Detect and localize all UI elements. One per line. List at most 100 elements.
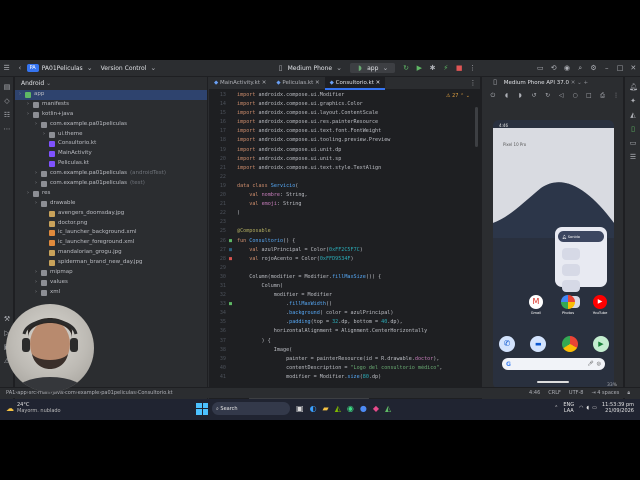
- android-studio-taskbar-icon[interactable]: ◭: [335, 404, 341, 413]
- project-tool-icon[interactable]: ▤: [3, 83, 11, 91]
- weather-widget[interactable]: ☁ 24°C Mayorm. nublado: [6, 402, 61, 414]
- back-nav-icon[interactable]: ◁: [558, 92, 566, 100]
- vol-btn-3[interactable]: [562, 280, 580, 292]
- phone-screen[interactable]: 4:46 Pixel 10 Pro 🔔︎ Sonido M Gmail Phot…: [493, 120, 614, 389]
- app-youtube[interactable]: ▶ YouTube: [587, 295, 613, 315]
- run-config-selector[interactable]: ◗ app ⌄: [350, 63, 396, 73]
- google-search-bar[interactable]: G 🎤︎ ◎: [502, 358, 605, 370]
- tree-item[interactable]: › drawable: [15, 199, 207, 209]
- breadcrumb-item[interactable]: pa01peliculas: [101, 390, 136, 396]
- battery-icon[interactable]: ▭: [592, 405, 597, 411]
- breadcrumb-item[interactable]: src: [29, 390, 36, 396]
- project-panel-header[interactable]: Android ⌄: [15, 77, 207, 90]
- rotate-right-icon[interactable]: ↻: [544, 92, 552, 100]
- screenshot-icon[interactable]: ⎙: [599, 92, 607, 100]
- tree-item[interactable]: ic_launcher_background.xml: [15, 228, 207, 238]
- rerun-icon[interactable]: ↻: [402, 64, 409, 72]
- file-explorer-icon[interactable]: ▰: [323, 404, 329, 413]
- tab-actions-icon[interactable]: ⋮: [469, 79, 477, 87]
- breadcrumb-item[interactable]: PA1: [6, 390, 15, 396]
- emulator-tab[interactable]: ▯ Medium Phone API 37.0 ✕ ⌄ +: [482, 77, 623, 90]
- search-icon[interactable]: ⌕: [577, 64, 584, 72]
- tree-item[interactable]: › app: [15, 90, 207, 100]
- tab-peliculas[interactable]: ◆ Peliculas.kt ✕: [271, 77, 324, 90]
- apply-changes-icon[interactable]: ⚡: [442, 64, 449, 72]
- device-manager-icon[interactable]: ▭: [537, 64, 544, 72]
- sync-icon[interactable]: ⟲: [550, 64, 557, 72]
- lock-icon[interactable]: 🔒︎: [627, 390, 630, 396]
- app-photos[interactable]: Photos: [555, 295, 581, 315]
- notifications-icon[interactable]: 🔔︎: [629, 83, 638, 91]
- clock[interactable]: 11:53:39 pm 21/09/2026: [602, 402, 634, 414]
- language-indicator[interactable]: ENG LAA: [563, 402, 574, 414]
- lens-icon[interactable]: ◎: [597, 361, 601, 367]
- code-area[interactable]: 13 import androidx.compose.ui.Modifier 14 i…: [209, 91, 481, 402]
- gradle-icon[interactable]: ◭: [629, 111, 637, 119]
- caret-position[interactable]: 4:46: [529, 390, 540, 396]
- tree-item[interactable]: avengers_doomsday.jpg: [15, 209, 207, 219]
- app-icon-green[interactable]: ◭: [385, 404, 391, 413]
- tree-item[interactable]: › com.example.pa01peliculas: [15, 120, 207, 130]
- tree-item[interactable]: ic_launcher_foreground.xml: [15, 238, 207, 248]
- vol-btn-1[interactable]: [562, 248, 580, 260]
- messages-app-icon[interactable]: ▬: [530, 336, 547, 352]
- taskbar-search[interactable]: ⌕ Search: [212, 402, 290, 415]
- run-icon[interactable]: ▶: [416, 64, 423, 72]
- vol-btn-2[interactable]: [562, 264, 580, 276]
- volume-popup[interactable]: 🔔︎ Sonido: [555, 227, 607, 308]
- device-explorer-icon[interactable]: ☰: [629, 153, 637, 161]
- tree-item[interactable]: › kotlin+java: [15, 110, 207, 120]
- editor-scrollbar[interactable]: [475, 107, 478, 147]
- obs-icon[interactable]: ◉: [347, 404, 354, 413]
- emulator-more-icon[interactable]: ⋮: [612, 92, 620, 100]
- tree-item[interactable]: › com.example.pa01peliculas (androidTest): [15, 169, 207, 179]
- volume-icon[interactable]: ◖: [587, 405, 590, 411]
- tree-item[interactable]: spiderman_brand_new_day.jpg: [15, 258, 207, 268]
- debug-icon[interactable]: ✱: [429, 64, 436, 72]
- power-icon[interactable]: ⏻: [489, 92, 497, 100]
- tree-item[interactable]: › values: [15, 278, 207, 288]
- more-tools-icon[interactable]: ⋯: [3, 125, 11, 133]
- sound-mode-pill[interactable]: 🔔︎ Sonido: [558, 231, 604, 242]
- tab-mainactivity[interactable]: ◆ MainActivity.kt ✕: [209, 77, 271, 90]
- breadcrumb-item[interactable]: Consultorio.kt: [138, 390, 173, 396]
- tab-consultorio[interactable]: ◆ Consultorio.kt ✕: [324, 76, 386, 90]
- tray-overflow-icon[interactable]: ⌃: [554, 405, 558, 411]
- app-menu-icon[interactable]: ☰: [3, 64, 10, 72]
- tree-item[interactable]: Peliculas.kt: [15, 159, 207, 169]
- tree-item[interactable]: › ui.theme: [15, 130, 207, 140]
- tree-item[interactable]: › com.example.pa01peliculas (test): [15, 179, 207, 189]
- more-icon[interactable]: ⋮: [469, 64, 476, 72]
- device-selector[interactable]: ▯ Medium Phone ⌄: [274, 64, 346, 72]
- tree-item[interactable]: mandalorian_grogu.jpg: [15, 248, 207, 258]
- chrome-app-icon[interactable]: [561, 336, 578, 352]
- tree-item[interactable]: MainActivity: [15, 149, 207, 159]
- chrome-icon[interactable]: ●: [360, 404, 367, 413]
- tree-item[interactable]: Consultorio.kt: [15, 139, 207, 149]
- windows-start-icon[interactable]: [196, 402, 208, 415]
- tree-item[interactable]: doctor.png: [15, 219, 207, 229]
- vcs-menu[interactable]: Version Control ⌄: [101, 64, 161, 72]
- line-ending[interactable]: CRLF: [548, 390, 561, 396]
- task-view-icon[interactable]: ▣: [296, 404, 304, 413]
- indent-widget[interactable]: ⇥ 4 spaces: [591, 390, 619, 396]
- tree-item[interactable]: › manifests: [15, 100, 207, 110]
- close-icon[interactable]: ✕: [630, 64, 637, 72]
- project-selector[interactable]: PA PA01Peliculas ⌄: [26, 64, 97, 72]
- app-icon-pink[interactable]: ◆: [373, 404, 379, 413]
- gemini-icon[interactable]: ✦: [629, 97, 637, 105]
- mic-icon[interactable]: 🎤︎: [587, 361, 593, 367]
- breadcrumb-item[interactable]: example: [78, 390, 100, 396]
- minimize-icon[interactable]: –: [603, 64, 610, 72]
- overview-nav-icon[interactable]: □: [585, 92, 593, 100]
- phone-app-icon[interactable]: ✆: [499, 336, 515, 352]
- tree-item[interactable]: › mipmap: [15, 268, 207, 278]
- account-icon[interactable]: ◉: [563, 64, 570, 72]
- stop-icon[interactable]: ■: [456, 64, 463, 72]
- app-gmail[interactable]: M Gmail: [523, 295, 549, 315]
- structure-tool-icon[interactable]: ☷: [3, 111, 11, 119]
- settings-icon[interactable]: ⚙: [590, 64, 597, 72]
- gesture-bar[interactable]: [537, 381, 569, 383]
- back-icon[interactable]: ‹: [16, 64, 23, 72]
- running-devices-icon[interactable]: ▭: [629, 139, 637, 147]
